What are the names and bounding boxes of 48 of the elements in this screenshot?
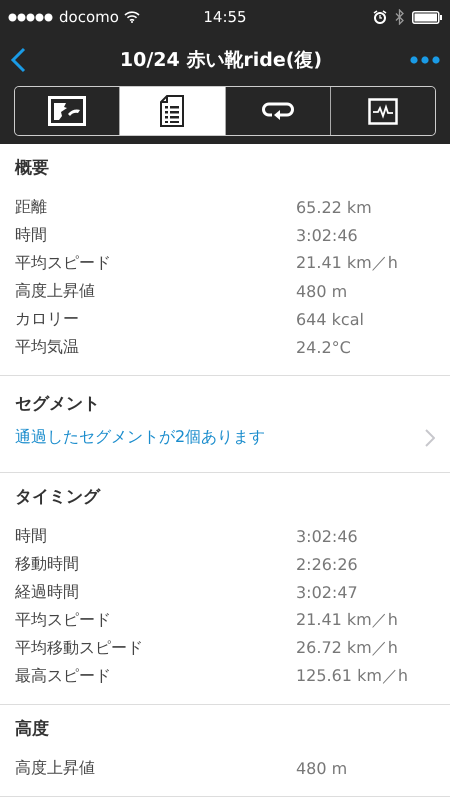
signal-icon: [8, 12, 54, 22]
view-tab[interactable]: [330, 87, 435, 135]
stat-label: 時間: [15, 224, 48, 246]
stat-value: 480 m: [296, 758, 348, 778]
stat-label: 経過時間: [15, 582, 80, 602]
segments-link[interactable]: 通過したセグメントが2個あります: [15, 427, 266, 448]
stat-label: 最高スピード: [15, 666, 112, 686]
battery-icon: [412, 10, 442, 24]
stat-value: 644 kcal: [296, 310, 364, 328]
ride-title: 10/24 赤い靴ride(復): [118, 48, 324, 73]
chevron-right-icon: [425, 428, 435, 446]
stat-value: 21.41 km／h: [296, 610, 398, 630]
stat-label: 平均移動スピード: [15, 638, 144, 658]
clock-time: 14:55: [203, 8, 247, 26]
back-icon[interactable]: [10, 47, 26, 73]
section-title: 概要: [15, 157, 50, 179]
map-icon: [48, 96, 86, 126]
more-icon[interactable]: [410, 56, 440, 64]
stat-value: 125.61 km／h: [296, 666, 408, 686]
stat-label: 高度上昇値: [15, 280, 96, 302]
document-list-icon: [160, 95, 184, 127]
stat-label: 移動時間: [15, 554, 80, 574]
section-title: セグメント: [15, 393, 101, 415]
activity-chart-icon: [368, 98, 398, 124]
stat-label: 平均スピード: [15, 252, 112, 274]
alarm-clock-icon: [373, 10, 387, 24]
stat-label: 平均スピード: [15, 610, 112, 630]
loop-arrow-icon: [262, 100, 294, 122]
stat-label: 時間: [15, 526, 48, 546]
stat-value: 65.22 km: [296, 198, 372, 216]
stat-value: 21.41 km／h: [296, 252, 398, 274]
stat-label: カロリー: [15, 308, 80, 330]
stat-value: 3:02:46: [296, 526, 358, 546]
stat-value: 26.72 km／h: [296, 638, 398, 658]
stat-value: 3:02:46: [296, 226, 358, 244]
section-title: 高度: [15, 718, 50, 740]
stat-value: 480 m: [296, 282, 348, 300]
stat-value: 3:02:47: [296, 582, 358, 602]
stat-label: 距離: [15, 196, 48, 218]
bluetooth-icon: [395, 9, 404, 25]
stat-label: 高度上昇値: [15, 758, 96, 778]
stat-value: 2:26:26: [296, 554, 358, 574]
stat-value: 24.2°C: [296, 338, 351, 356]
carrier-name: docomo: [59, 8, 119, 26]
view-tab[interactable]: [119, 87, 224, 135]
stat-label: 平均気温: [15, 336, 80, 358]
section-title: タイミング: [15, 486, 102, 508]
wifi-icon: [124, 11, 140, 23]
